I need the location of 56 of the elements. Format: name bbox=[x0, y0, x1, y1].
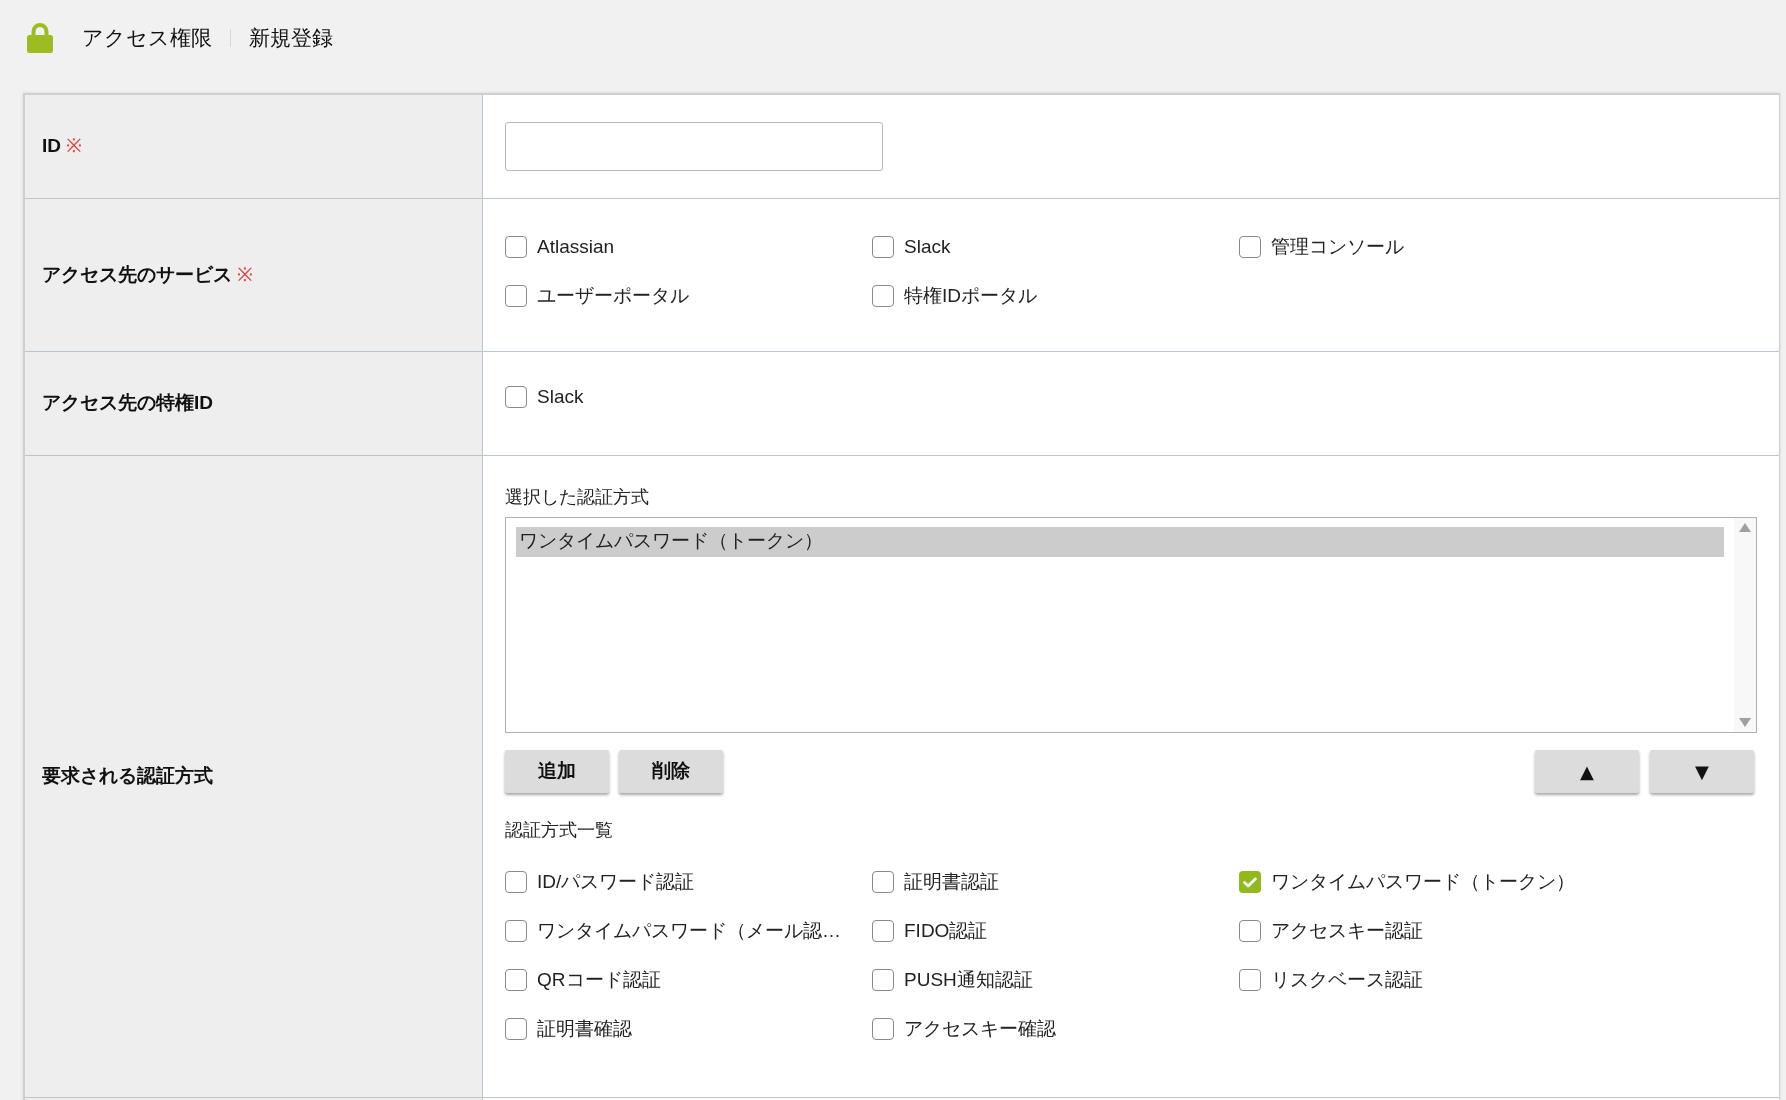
field-label: アクセス先のサービス bbox=[42, 262, 232, 287]
checkbox-label[interactable]: 証明書確認 bbox=[537, 1014, 632, 1044]
checkbox-label[interactable]: ワンタイムパスワード（メール認… bbox=[537, 916, 841, 946]
checkbox[interactable] bbox=[1239, 920, 1261, 942]
action-button[interactable]: 削除 bbox=[619, 750, 723, 793]
checkbox-label[interactable]: アクセスキー確認 bbox=[904, 1014, 1056, 1044]
checkbox[interactable] bbox=[1239, 871, 1261, 893]
checkbox[interactable] bbox=[505, 236, 527, 258]
checkbox[interactable] bbox=[505, 386, 527, 408]
lock-icon bbox=[27, 23, 53, 53]
listbox-item[interactable]: ワンタイムパスワード（トークン） bbox=[516, 527, 1724, 557]
checkbox[interactable] bbox=[872, 1018, 894, 1040]
field-label: ID bbox=[42, 134, 61, 159]
section-heading: 選択した認証方式 bbox=[505, 486, 650, 509]
checkbox[interactable] bbox=[872, 969, 894, 991]
page-title: 新規登録 bbox=[249, 25, 333, 52]
checkbox[interactable] bbox=[505, 285, 527, 307]
scroll-down-icon[interactable] bbox=[1739, 718, 1751, 727]
section-title: アクセス権限 bbox=[82, 25, 212, 52]
checkbox-label[interactable]: アクセスキー認証 bbox=[1271, 916, 1423, 946]
field-label: アクセス先の特権ID bbox=[42, 391, 213, 416]
checkbox[interactable] bbox=[1239, 969, 1261, 991]
checkbox-label[interactable]: 管理コンソール bbox=[1271, 232, 1404, 262]
required-mark: ※ bbox=[237, 262, 253, 287]
checkbox-label[interactable]: ユーザーポータル bbox=[537, 281, 689, 311]
checkbox-label[interactable]: PUSH通知認証 bbox=[904, 965, 1033, 995]
checkbox[interactable] bbox=[505, 871, 527, 893]
checkbox[interactable] bbox=[505, 920, 527, 942]
action-button[interactable]: 追加 bbox=[505, 750, 609, 793]
checkbox-label[interactable]: Atlassian bbox=[537, 232, 615, 262]
checkbox-label[interactable]: ID/パスワード認証 bbox=[537, 867, 695, 897]
check-icon bbox=[1243, 876, 1257, 888]
checkbox[interactable] bbox=[505, 1018, 527, 1040]
checkbox-label[interactable]: リスクベース認証 bbox=[1271, 965, 1423, 995]
checkbox[interactable] bbox=[872, 920, 894, 942]
checkbox-label[interactable]: QRコード認証 bbox=[537, 965, 661, 995]
scrollbar[interactable] bbox=[1734, 518, 1756, 732]
checkbox[interactable] bbox=[1239, 236, 1261, 258]
checkbox-label[interactable]: FIDO認証 bbox=[904, 916, 988, 946]
checkbox-label[interactable]: 証明書認証 bbox=[904, 867, 999, 897]
order-button[interactable]: ▲ bbox=[1535, 750, 1639, 793]
checkbox-label[interactable]: Slack bbox=[904, 232, 951, 262]
checkbox-label[interactable]: Slack bbox=[537, 382, 584, 412]
checkbox[interactable] bbox=[872, 236, 894, 258]
checkbox[interactable] bbox=[872, 285, 894, 307]
checkbox[interactable] bbox=[505, 969, 527, 991]
required-mark: ※ bbox=[66, 134, 82, 159]
section-heading: 認証方式一覧 bbox=[505, 819, 614, 842]
order-button[interactable]: ▼ bbox=[1650, 750, 1754, 793]
selected-methods-listbox[interactable]: ワンタイムパスワード（トークン） bbox=[505, 517, 1757, 733]
scroll-up-icon[interactable] bbox=[1739, 523, 1751, 532]
field-label: 要求される認証方式 bbox=[42, 764, 213, 789]
checkbox[interactable] bbox=[872, 871, 894, 893]
checkbox-label[interactable]: ワンタイムパスワード（トークン） bbox=[1271, 867, 1575, 897]
checkbox-label[interactable]: 特権IDポータル bbox=[904, 281, 1037, 311]
id-input-field[interactable] bbox=[505, 122, 883, 171]
